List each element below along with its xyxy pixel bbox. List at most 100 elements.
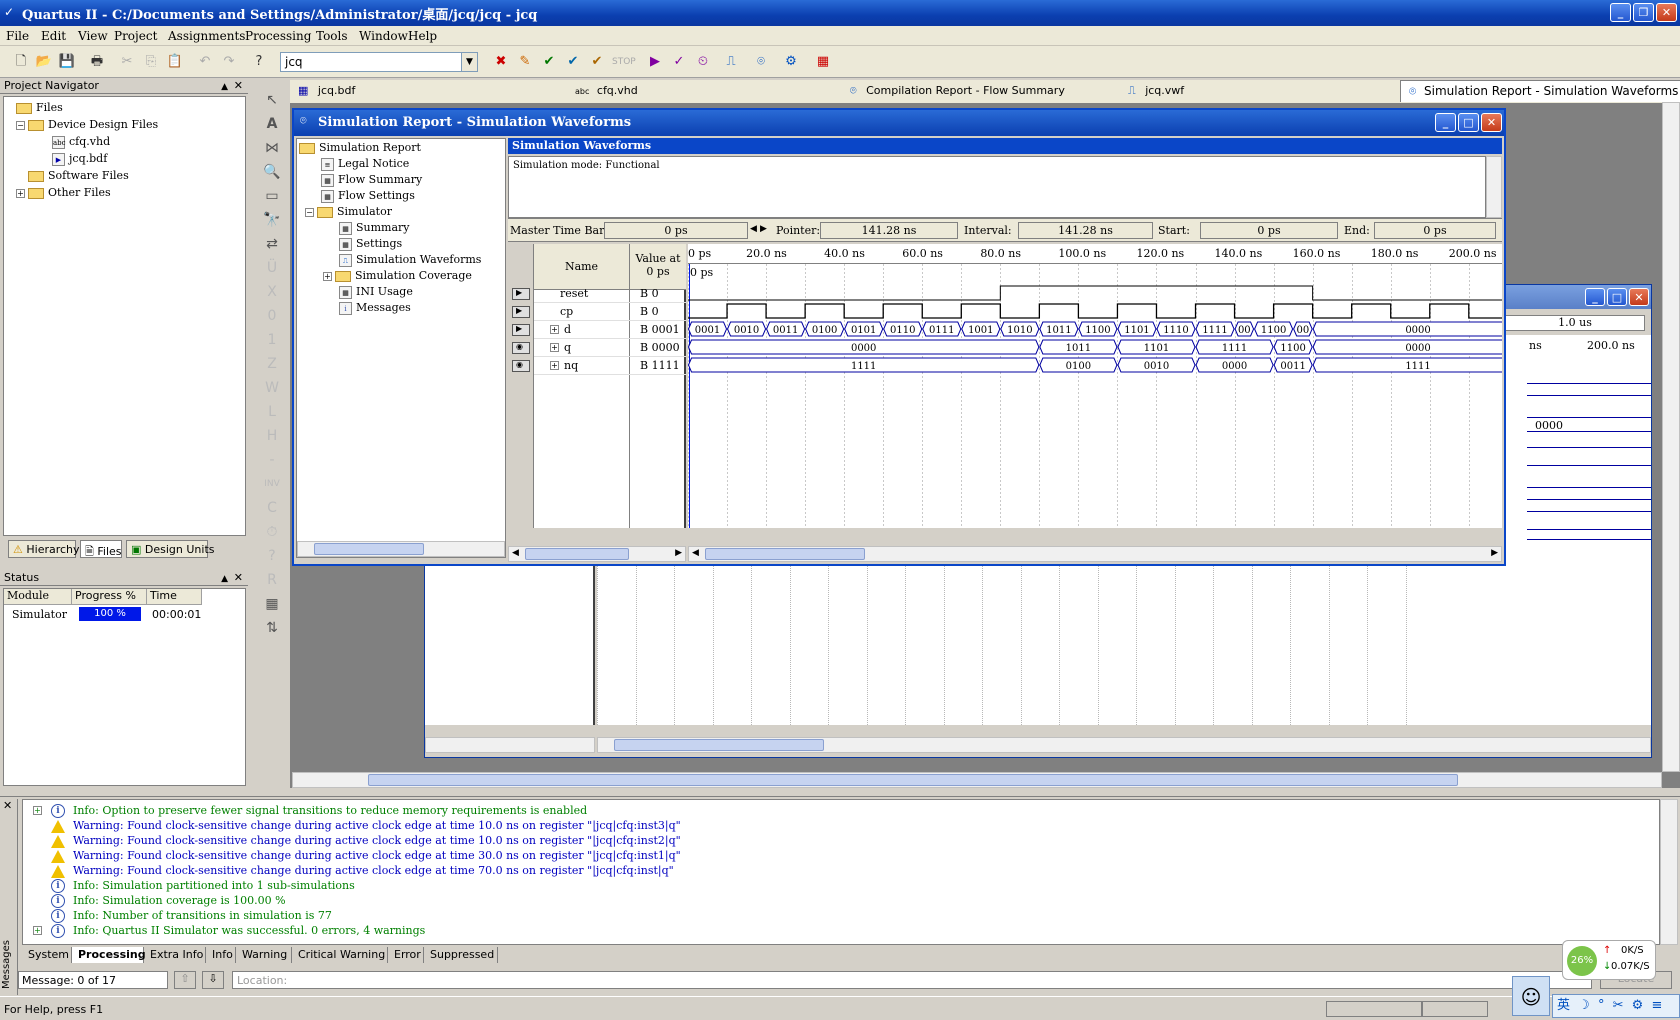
message-line[interactable]: Warning: Found clock-sensitive change du… [51,864,674,878]
expand-bus-icon[interactable]: + [550,343,559,352]
waveform-edit-icon[interactable]: ⋈ [258,136,286,160]
text-tool-icon[interactable]: A [258,112,286,136]
report-maximize-button[interactable]: □ [1458,113,1479,132]
chip-planner-icon[interactable]: ▦ [812,51,834,73]
messages-tab-error[interactable]: Error [388,947,424,963]
paste-icon[interactable]: 📋 [164,51,186,73]
scroll-right-icon[interactable]: ▶ [1491,548,1498,558]
programmer-icon[interactable]: ⚙ [780,51,802,73]
doc-tab-jcq-bdf[interactable]: ▦ jcq.bdf [298,80,355,102]
messages-v-scrollbar[interactable] [1660,799,1678,945]
tree-item-files[interactable]: Files [16,101,63,114]
assignment-editor-icon[interactable]: ✔ [538,51,560,73]
messages-tab-warning[interactable]: Warning [236,947,292,963]
doc-tab-compilation-report[interactable]: ⌾ Compilation Report - Flow Summary [850,80,1065,102]
weak-unknown-icon[interactable]: W [258,376,286,400]
expand-icon[interactable]: + [16,188,25,198]
back-maximize-button[interactable]: □ [1607,288,1627,306]
invert-icon[interactable]: INV [258,472,286,496]
tab-files[interactable]: 🗎 Files [80,540,122,558]
wave-h-scrollbar[interactable]: ◀ ▶ [688,546,1502,562]
new-file-icon[interactable]: 🗋 [10,51,32,73]
ime-punct-icon[interactable]: ° [1598,998,1605,1013]
ime-moon-icon[interactable]: ☽ [1578,998,1590,1013]
timing-icon[interactable]: ⏲ [692,51,714,73]
menu-window[interactable]: Window [359,29,408,43]
menu-view[interactable]: View [78,29,108,43]
full-screen-icon[interactable]: ▭ [258,184,286,208]
settings-icon[interactable]: ✔ [586,51,608,73]
message-line[interactable]: i Info: Number of transitions in simulati… [51,909,332,923]
doc-tab-simulation-report[interactable]: ⌾ Simulation Report - Simulation Wavefor… [1400,80,1680,102]
assistant-avatar[interactable]: ☺ [1512,976,1550,1016]
expand-bus-icon[interactable]: + [550,361,559,370]
random-value-icon[interactable]: R [258,568,286,592]
scroll-left-icon[interactable]: ◀ [512,548,519,558]
report-item-summary[interactable]: ▦ Summary [339,221,410,235]
chevron-down-icon[interactable]: ▼ [461,53,477,71]
undo-icon[interactable]: ↶ [194,51,216,73]
close-panel-icon[interactable]: ✕ [234,570,243,586]
doc-tab-cfq-vhd[interactable]: abc cfq.vhd [575,80,638,102]
expand-icon[interactable]: + [323,271,332,281]
collapse-icon[interactable]: − [16,120,25,130]
stop-processing-icon[interactable]: ✖ [490,51,512,73]
forcing-low-icon[interactable]: 0 [258,304,286,328]
scroll-left-icon[interactable]: ◀ [692,548,699,558]
tab-hierarchy[interactable]: ⚠ Hierarchy [8,540,80,558]
messages-tab-critical-warning[interactable]: Critical Warning [292,947,388,963]
message-line[interactable]: + i Info: Quartus II Simulator was success… [33,924,425,938]
pin-planner-icon[interactable]: ✔ [562,51,584,73]
tree-item-jcq-bdf[interactable]: ▶ jcq.bdf [52,152,107,166]
stop-icon[interactable]: STOP [612,51,636,73]
help-pointer-icon[interactable]: ? [248,51,270,73]
tree-item-other-files[interactable]: + Other Files [16,186,111,199]
sort-icon[interactable]: ⇅ [258,616,286,640]
ime-english-icon[interactable]: 英 [1557,998,1570,1013]
menu-help[interactable]: Help [408,29,437,43]
report-item-simulation-waveforms[interactable]: ⎍ Simulation Waveforms [339,253,481,267]
report-item-simulation-coverage[interactable]: + Simulation Coverage [323,269,472,282]
find-icon[interactable]: 🔭 [258,208,286,232]
messages-tab-info[interactable]: Info [206,947,236,963]
doc-tab-jcq-vwf[interactable]: ⎍ jcq.vwf [1128,80,1184,102]
back-h-scroll-thumb[interactable] [614,739,824,751]
report-item-simulation-report[interactable]: Simulation Report [299,141,421,154]
names-h-scrollbar[interactable]: ◀ ▶ [508,546,686,562]
message-line[interactable]: Warning: Found clock-sensitive change du… [51,819,681,833]
report-item-messages[interactable]: i Messages [339,301,411,315]
tree-item-cfq-vhd[interactable]: abc cfq.vhd [52,135,110,149]
selection-tool-icon[interactable]: ↖ [258,88,286,112]
close-panel-icon[interactable]: ✕ [3,799,12,812]
signal-name[interactable]: nq [564,359,578,372]
back-close-button[interactable]: ✕ [1629,288,1649,306]
time-bar-left-arrow[interactable]: ◀ [750,224,757,234]
scroll-right-icon[interactable]: ▶ [675,548,682,558]
signal-name[interactable]: reset [560,287,588,300]
float-icon[interactable]: ▲ [221,571,228,587]
report-item-simulator[interactable]: − Simulator [305,205,392,218]
copy-icon[interactable]: ⎘ [140,51,162,73]
close-panel-icon[interactable]: ✕ [234,78,243,94]
weak-high-icon[interactable]: H [258,424,286,448]
forcing-high-icon[interactable]: 1 [258,328,286,352]
project-combo[interactable]: jcq ▼ [280,52,478,72]
wave-h-scroll-thumb[interactable] [705,548,865,560]
expand-icon[interactable]: + [33,806,42,815]
tab-design-units[interactable]: ▣ Design Units [126,540,215,558]
names-h-scroll-thumb[interactable] [525,548,629,560]
message-line[interactable]: Warning: Found clock-sensitive change du… [51,834,681,848]
uninitialized-icon[interactable]: Ü [258,256,286,280]
zoom-tool-icon[interactable]: 🔍 [258,160,286,184]
signal-name[interactable]: q [564,341,571,354]
report-item-flow-summary[interactable]: ▦ Flow Summary [321,173,422,187]
mdi-h-scroll-thumb[interactable] [368,774,1458,786]
clock-value-icon[interactable]: ⏱ [258,520,286,544]
analysis-icon[interactable]: ✓ [668,51,690,73]
expand-bus-icon[interactable]: + [550,325,559,334]
location-field[interactable]: Location: [232,971,1592,989]
menu-project[interactable]: Project [114,29,157,43]
message-line[interactable]: + i Info: Option to preserve fewer signal … [33,804,587,818]
mode-v-scrollbar[interactable] [1486,156,1502,218]
minimize-button[interactable]: _ [1610,3,1631,22]
